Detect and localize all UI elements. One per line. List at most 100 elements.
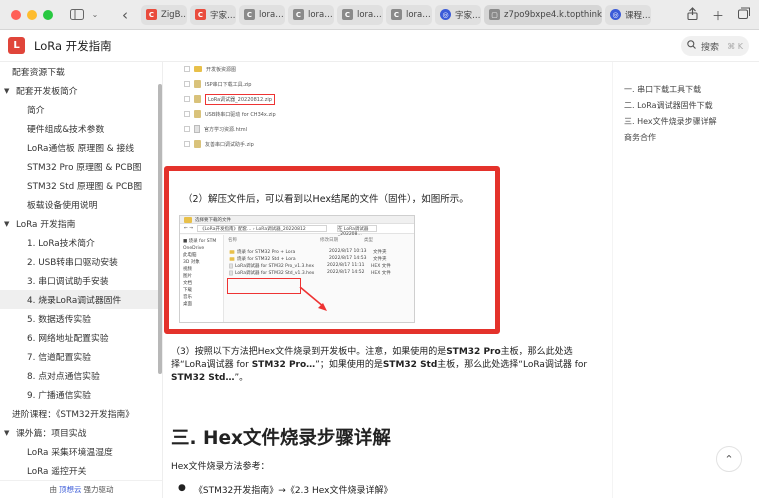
browser-tab[interactable]: Clora…	[288, 4, 334, 25]
sidebar-item[interactable]: ▼ 配套开发板简介	[0, 81, 162, 100]
browser-tab[interactable]: Clora…	[239, 4, 285, 25]
browser-tab[interactable]: ◎ 字家…	[435, 4, 481, 25]
explorer-address-bar: ← → 《LoRa开发指南》配套… › LoRa调试器_20220812 在 L…	[180, 224, 414, 237]
chevron-up-icon: ⌃	[724, 452, 734, 466]
powered-by-prefix: 由	[49, 485, 58, 494]
nav-list: 配套资源下载 ▼ 配套开发板简介 简介 硬件组成&技术参数 LoRa通信板 原理图 & 接…	[0, 62, 162, 480]
search-button[interactable]: 搜索 ⌘ K	[681, 36, 749, 56]
folder-icon	[229, 249, 235, 254]
caret-down-icon[interactable]: ▼	[4, 87, 12, 95]
reference-link[interactable]: 《STM32开发指南》→《2.3 Hex文件烧录详解》	[194, 483, 393, 496]
sidebar-item[interactable]: STM32 Pro 原理图 & PCB图	[0, 157, 162, 176]
toc-item[interactable]: 一. 串口下载工具下载	[624, 84, 754, 100]
browser-tab[interactable]: ▢ z7po9bxpe4.k.topthink.co	[484, 4, 602, 25]
explorer-file-list: 名称 修改日期 类型 烧录 for STM32 Pro + Lora 2022/8…	[228, 237, 414, 276]
toc-item[interactable]: 三. Hex文件烧录步骤详解	[624, 116, 754, 132]
site-logo[interactable]: L	[8, 37, 25, 54]
share-icon[interactable]	[687, 7, 698, 24]
search-label: 搜索	[701, 42, 720, 53]
powered-by-brand[interactable]: 顶想云	[59, 484, 82, 495]
sidebar-item[interactable]: 8. 点对点通信实验	[0, 366, 162, 385]
minimize-window-button[interactable]	[27, 9, 37, 20]
sidebar-item[interactable]: 6. 网络地址配置实验	[0, 328, 162, 347]
file-name: 官方学习资源.html	[204, 126, 247, 133]
column-date: 修改日期	[320, 238, 338, 243]
explorer-nav-item: ■ 烧录 for STM	[183, 239, 217, 244]
para-text: ”。	[234, 373, 249, 383]
search-shortcut: ⌘ K	[727, 41, 743, 51]
explorer-nav-item: 音乐	[183, 295, 192, 300]
explorer-search: 在 LoRa调试器_202208…	[336, 225, 377, 237]
sidebar-item[interactable]: 硬件组成&技术参数	[0, 119, 162, 138]
powered-by: 由 顶想云 强力驱动	[0, 480, 162, 498]
sidebar-scrollbar[interactable]	[158, 84, 162, 374]
sidebar-item[interactable]: 9. 广播通信实验	[0, 385, 162, 404]
browser-tab[interactable]: Clora…	[337, 4, 383, 25]
file-explorer-screenshot: 选择要下载的文件 ← → 《LoRa开发指南》配套… › LoRa调试器_202…	[179, 215, 415, 323]
sidebar-item[interactable]: 4. 烧录LoRa调试器固件	[0, 290, 162, 309]
browser-tab[interactable]: C 字家…	[190, 4, 236, 25]
explorer-row: 烧录 for STM32 Std + Lora 2022/8/17 14:53 文件…	[228, 255, 414, 262]
close-window-button[interactable]	[11, 9, 21, 20]
zip-file-icon	[194, 80, 201, 88]
tab-favicon-icon: C	[146, 9, 157, 20]
explorer-row-date: 2022/8/17 11:11	[327, 263, 365, 268]
callout-text: （2）解压文件后，可以看到以Hex结尾的文件（固件），如图所示。	[183, 194, 469, 205]
tab-overview-icon[interactable]	[738, 7, 751, 24]
new-tab-icon[interactable]: ＋	[712, 7, 724, 24]
sidebar-item[interactable]: LoRa通信板 原理图 & 接线	[0, 138, 162, 157]
bullet-dot: ●	[178, 483, 186, 493]
sidebar-nav: 配套资源下载 ▼ 配套开发板简介 简介 硬件组成&技术参数 LoRa通信板 原理图 & 接…	[0, 62, 163, 498]
sidebar-toggle-icon[interactable]	[69, 7, 85, 23]
zoom-window-button[interactable]	[43, 9, 53, 20]
sidebar-item[interactable]: LoRa 遥控开关	[0, 461, 162, 480]
toc-item[interactable]: 商务合作	[624, 132, 754, 148]
sidebar-item[interactable]: 1. LoRa技术简介	[0, 233, 162, 252]
sidebar-item[interactable]: 2. USB转串口驱动安装	[0, 252, 162, 271]
file-name: LoRa调试器_20220812.zip	[205, 93, 275, 105]
sidebar-item[interactable]: 简介	[0, 100, 162, 119]
caret-down-icon[interactable]: ▼	[4, 220, 12, 228]
sidebar-item-label: 配套资源下载	[12, 68, 65, 78]
caret-down-icon[interactable]: ▼	[4, 429, 12, 437]
sidebar-item[interactable]: ▼ 课外篇：项目实战	[0, 423, 162, 442]
sidebar-item[interactable]: 板载设备使用说明	[0, 195, 162, 214]
sidebar-item[interactable]: 7. 信道配置实验	[0, 347, 162, 366]
site-title[interactable]: LoRa 开发指南	[34, 38, 112, 54]
file-name: 友善串口调试助手.zip	[205, 141, 254, 148]
explorer-row: LoRa调试器 for STM32 Std_v1.3.hex 2022/8/17 …	[228, 269, 414, 276]
zip-file-icon	[194, 95, 201, 103]
sidebar-item[interactable]: STM32 Std 原理图 & PCB图	[0, 176, 162, 195]
para-bold: STM32 Std	[382, 360, 438, 370]
file-row: USB转串口驱动 for CH34x.zip	[184, 109, 276, 119]
back-arrow-icon[interactable]: ‹	[117, 6, 133, 24]
back-to-top-button[interactable]: ⌃	[716, 446, 742, 472]
sidebar-item[interactable]: 5. 数据透传实验	[0, 309, 162, 328]
browser-tab[interactable]: ◎ 课程…	[605, 4, 651, 25]
sidebar-item[interactable]: 3. 串口调试助手安装	[0, 271, 162, 290]
explorer-nav-item: 此电脑	[183, 253, 197, 258]
tab-label: ZigB…	[161, 9, 187, 20]
file-row: ISP串口下载工具.zip	[184, 79, 251, 89]
sidebar-item-label: 6. 网络地址配置实验	[27, 334, 109, 344]
browser-tab[interactable]: Clora…	[386, 4, 432, 25]
sidebar-item-label: LoRa 开发指南	[16, 220, 76, 230]
sidebar-item[interactable]: LoRa 采集环境温湿度	[0, 442, 162, 461]
explorer-row-type: 文件夹	[373, 256, 387, 262]
section-heading: 三. Hex文件烧录步骤详解	[171, 428, 391, 449]
tab-favicon-icon: ◎	[610, 9, 621, 20]
search-icon	[687, 40, 696, 52]
toc-divider	[612, 62, 613, 498]
file-list-image: 开发板资源图 ISP串口下载工具.zip LoRa调试器_20220812.zip U…	[174, 62, 314, 154]
chevron-down-icon[interactable]: ⌄	[87, 7, 103, 23]
sidebar-item-label: 板载设备使用说明	[27, 201, 98, 211]
toc-item[interactable]: 二. LoRa调试器固件下载	[624, 100, 754, 116]
file-name: 开发板资源图	[206, 66, 237, 73]
sidebar-item[interactable]: 进阶课程：《STM32开发指南》	[0, 404, 162, 423]
sidebar-item[interactable]: ▼ LoRa 开发指南	[0, 214, 162, 233]
explorer-address: 《LoRa开发指南》配套… › LoRa调试器_20220812	[196, 225, 327, 232]
sidebar-item[interactable]: 配套资源下载	[0, 62, 162, 81]
sidebar-item-label: 5. 数据透传实验	[27, 315, 91, 325]
browser-tab[interactable]: C ZigB…	[141, 4, 187, 25]
explorer-row-name: 烧录 for STM32 Std + Lora	[237, 256, 296, 262]
